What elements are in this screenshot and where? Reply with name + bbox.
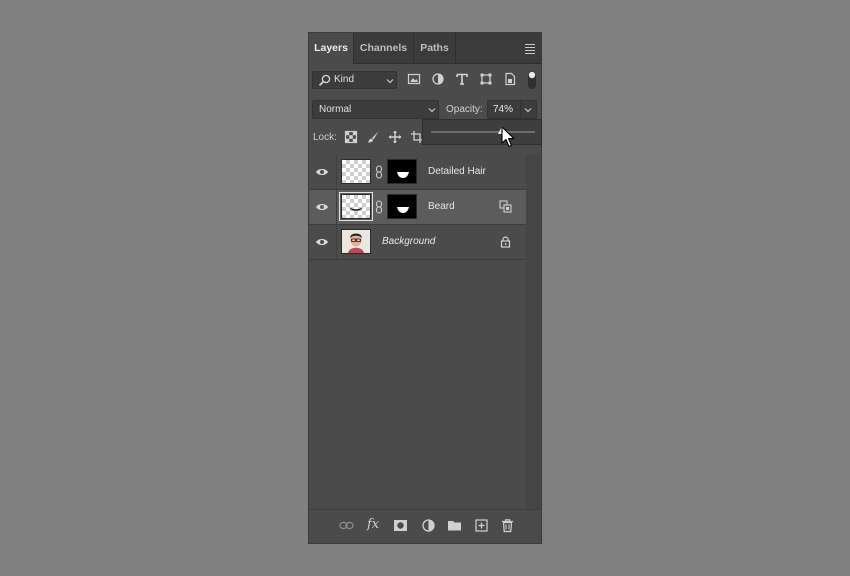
layer-row-beard[interactable]: Beard <box>309 190 526 225</box>
mask-shape <box>397 207 409 213</box>
shape-filter-icon[interactable] <box>479 72 493 86</box>
layers-scrollbar[interactable] <box>526 155 541 509</box>
lock-label: Lock: <box>313 132 337 143</box>
chain-link-icon[interactable] <box>375 200 383 214</box>
lock-image-pixels-icon[interactable] <box>366 130 380 144</box>
link-layers-icon[interactable] <box>339 518 354 533</box>
visibility-column-divider <box>336 225 337 259</box>
layer-mask-thumbnail[interactable] <box>387 159 417 184</box>
opacity-label: Opacity: <box>446 104 483 115</box>
visibility-column-divider <box>336 155 337 189</box>
search-icon <box>318 74 331 87</box>
type-filter-icon[interactable] <box>455 72 469 86</box>
eye-icon[interactable] <box>315 236 329 248</box>
opacity-slider-track[interactable] <box>431 131 535 133</box>
panel-menu-icon[interactable] <box>525 44 535 56</box>
new-group-icon[interactable] <box>447 518 462 533</box>
adjustment-filter-icon[interactable] <box>431 72 445 86</box>
filter-kind-select[interactable]: Kind <box>312 71 397 89</box>
adjustment-layer-icon[interactable] <box>421 518 436 533</box>
filter-kind-label: Kind <box>334 74 355 85</box>
lock-icon[interactable] <box>499 235 512 248</box>
layer-name[interactable]: Detailed Hair <box>428 166 486 177</box>
layer-thumbnail[interactable] <box>341 159 371 184</box>
tab-layers[interactable]: Layers <box>309 33 354 64</box>
layer-row-detailed-hair[interactable]: Detailed Hair <box>309 155 526 190</box>
layers-list: Detailed Hair Beard Background <box>309 155 526 260</box>
delete-layer-icon[interactable] <box>500 518 515 533</box>
tab-paths[interactable]: Paths <box>414 33 456 63</box>
layer-name[interactable]: Background <box>382 236 435 247</box>
image-filter-icon[interactable] <box>407 72 421 86</box>
eye-icon[interactable] <box>315 201 329 213</box>
layer-row-background[interactable]: Background <box>309 225 526 260</box>
layers-bottom-toolbar: fx <box>309 509 541 542</box>
chevron-down-icon <box>386 79 394 84</box>
new-layer-icon[interactable] <box>474 518 489 533</box>
mouse-cursor-icon <box>501 126 515 148</box>
layer-filter-row: Kind <box>309 69 541 95</box>
layer-thumbnail[interactable] <box>339 192 373 221</box>
chevron-down-icon <box>428 108 436 113</box>
beard-thumbnail-shape <box>349 207 363 211</box>
fx-icon[interactable]: fx <box>367 517 379 532</box>
visibility-column-divider <box>336 190 337 224</box>
layer-mask-thumbnail[interactable] <box>387 194 417 219</box>
opacity-field[interactable]: 74% <box>487 100 537 119</box>
eye-icon[interactable] <box>315 166 329 178</box>
blend-mode-value: Normal <box>319 104 352 115</box>
filter-toggle-icon[interactable] <box>527 70 537 90</box>
lock-position-icon[interactable] <box>388 130 402 144</box>
layers-panel: Layers Channels Paths Kind Normal Opacit… <box>308 32 542 544</box>
tab-channels[interactable]: Channels <box>354 33 414 63</box>
layer-name[interactable]: Beard <box>428 201 455 212</box>
chevron-down-icon <box>524 108 532 113</box>
blend-opacity-row: Normal Opacity: 74% <box>309 99 541 121</box>
panel-tab-bar: Layers Channels Paths <box>309 33 541 64</box>
blend-mode-select[interactable]: Normal <box>312 100 439 119</box>
opacity-slider-toggle[interactable] <box>520 101 536 118</box>
lock-transparent-pixels-icon[interactable] <box>344 130 358 144</box>
smart-object-filter-icon[interactable] <box>503 72 517 86</box>
smart-filter-icon <box>499 200 512 213</box>
chain-link-icon[interactable] <box>375 165 383 179</box>
opacity-slider-popup <box>422 119 542 145</box>
add-mask-icon[interactable] <box>393 518 408 533</box>
mask-shape <box>397 172 409 178</box>
portrait-thumbnail <box>342 230 370 253</box>
opacity-value: 74% <box>493 104 514 115</box>
layer-thumbnail[interactable] <box>341 229 371 254</box>
